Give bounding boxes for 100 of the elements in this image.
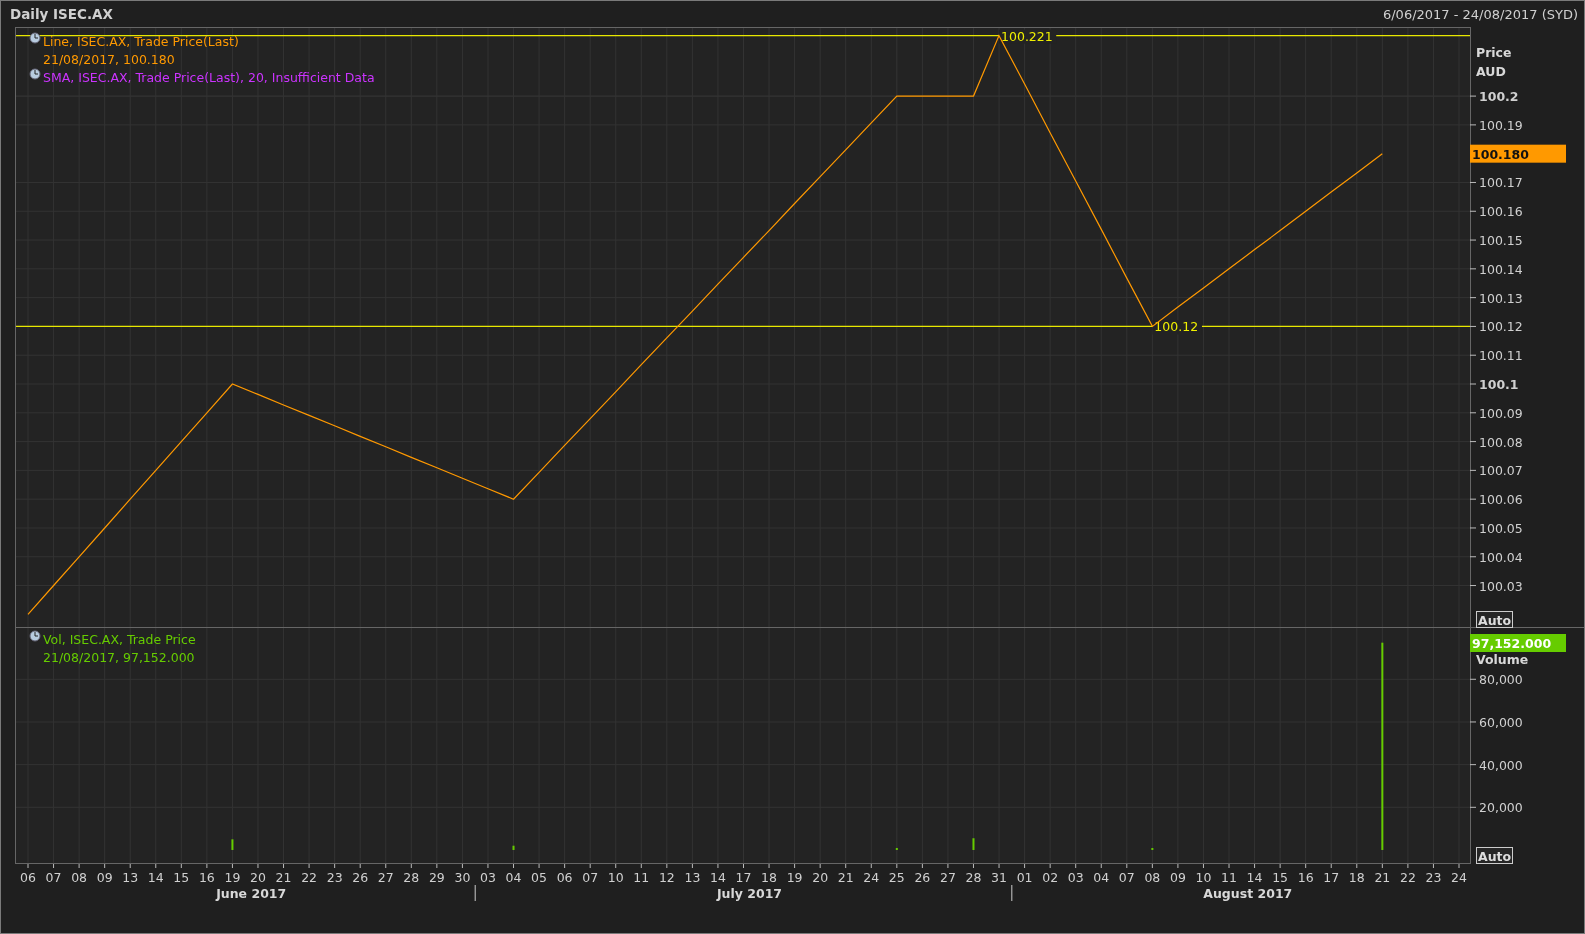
legend-label: Line, ISEC.AX, Trade Price(Last) (43, 34, 239, 49)
axis-label: 26 (352, 870, 369, 885)
reference-label: 100.221 (1001, 28, 1053, 44)
axis-label: 03 (1067, 870, 1084, 885)
axis-label: 01 (1016, 870, 1033, 885)
axis-label: 02 (1042, 870, 1059, 885)
axis-label: 09 (96, 870, 113, 885)
clock-icon (29, 32, 41, 44)
axis-label: 100.06 (1479, 492, 1523, 508)
axis-label: 07 (582, 870, 599, 885)
axis-label: 11 (1221, 870, 1237, 885)
axis-label: 17 (1323, 870, 1340, 885)
axis-label: 100.15 (1479, 233, 1523, 249)
axis-label: 17 (735, 870, 752, 885)
axis-label: 30 (454, 870, 471, 885)
month-label: June 2017 (216, 886, 287, 901)
axis-label: 100.2 (1479, 89, 1519, 105)
axis-label: 25 (888, 870, 905, 885)
axis-label: 27 (377, 870, 394, 885)
axis-label: 06 (556, 870, 573, 885)
axis-label: 100.13 (1479, 290, 1523, 306)
chart-title: Daily ISEC.AX (10, 6, 113, 22)
axis-label: 100.05 (1479, 520, 1523, 536)
legend-value: 21/08/2017, 97,152.000 (43, 650, 195, 665)
reference-label: 100.12 (1154, 319, 1199, 335)
axis-label: 18 (761, 870, 777, 885)
axis-label: 29 (428, 870, 445, 885)
volume-bar (972, 838, 975, 850)
axis-label: 16 (198, 870, 215, 885)
axis-title: AUD (1476, 64, 1506, 79)
volume-bar (512, 845, 515, 850)
axis-label: 07 (45, 870, 62, 885)
last-value-tag: 100.180 (1470, 144, 1566, 163)
axis-label: 21 (837, 870, 854, 885)
axis-label: 100.09 (1479, 405, 1523, 421)
axis-label: 10 (607, 870, 624, 885)
axis-label: 31 (991, 870, 1007, 885)
axis-label: 24 (863, 870, 880, 885)
axis-label: 15 (173, 870, 190, 885)
axis-label: 26 (914, 870, 931, 885)
auto-scale-button[interactable]: Auto (1476, 847, 1513, 864)
axis-label: 05 (531, 870, 547, 885)
axis-label: 20 (250, 870, 266, 885)
axis-label: 08 (1144, 870, 1161, 885)
axis-label: 06 (20, 870, 36, 885)
axis-label: 28 (965, 870, 982, 885)
last-value-tag: 97,152.000 (1470, 634, 1566, 652)
month-label: July 2017 (716, 886, 783, 901)
legend-label: SMA, ISEC.AX, Trade Price(Last), 20, Insufficient Data (43, 70, 375, 85)
axis-label: 19 (224, 870, 241, 885)
axis-label: 27 (940, 870, 956, 885)
axis-label: 100.07 (1479, 463, 1523, 479)
axis-label: 100.08 (1479, 434, 1523, 450)
month-label: August 2017 (1203, 886, 1293, 901)
axis-label: 19 (786, 870, 803, 885)
axis-label: 15 (1272, 870, 1289, 885)
volume-bar (231, 839, 234, 850)
axis-label: 08 (71, 870, 88, 885)
axis-label: 16 (1297, 870, 1314, 885)
axis-label: 40,000 (1479, 757, 1523, 773)
axis-title: Price (1476, 45, 1512, 60)
axis-label: 14 (147, 870, 164, 885)
axis-label: 100.14 (1479, 261, 1523, 277)
axis-label: 20 (812, 870, 829, 885)
axis-label: 04 (1093, 870, 1110, 885)
axis-title: Volume (1476, 652, 1529, 667)
axis-label: 13 (122, 870, 139, 885)
axis-label: 22 (1399, 870, 1416, 885)
axis-label: 100.03 (1479, 578, 1523, 594)
axis-label: 21 (1374, 870, 1391, 885)
axis-label: 100.17 (1479, 175, 1523, 191)
axis-label: 28 (403, 870, 420, 885)
axis-label: 23 (326, 870, 343, 885)
axis-label: 24 (1451, 870, 1467, 885)
axis-label: 100.11 (1479, 348, 1523, 364)
axis-label: 100.16 (1479, 204, 1523, 220)
axis-label: 18 (1348, 870, 1365, 885)
axis-label: 13 (684, 870, 701, 885)
axis-label: 09 (1169, 870, 1186, 885)
axis-label: 60,000 (1479, 714, 1523, 730)
axis-label: 100.12 (1479, 319, 1523, 335)
legend-label: Vol, ISEC.AX, Trade Price (43, 632, 196, 647)
axis-label: 100.04 (1479, 549, 1523, 565)
legend-value: 21/08/2017, 100.180 (43, 52, 175, 67)
axis-label: 20,000 (1479, 800, 1523, 816)
clock-icon (29, 68, 41, 80)
axis-label: 21 (275, 870, 292, 885)
axis-label: 80,000 (1479, 672, 1523, 688)
axis-label: 22 (301, 870, 318, 885)
axis-label: 100.1 (1479, 377, 1519, 392)
axis-label: 04 (505, 870, 522, 885)
auto-scale-button[interactable]: Auto (1476, 611, 1513, 628)
axis-label: 14 (710, 870, 726, 885)
date-range: 6/06/2017 - 24/08/2017 (SYD) (1382, 6, 1578, 22)
axis-label: 12 (658, 870, 675, 885)
axis-label: 03 (480, 870, 496, 885)
axis-label: 14 (1246, 870, 1263, 885)
axis-label: 10 (1195, 870, 1212, 885)
axis-label: 23 (1425, 870, 1442, 885)
axis-label: 100.19 (1479, 117, 1523, 133)
